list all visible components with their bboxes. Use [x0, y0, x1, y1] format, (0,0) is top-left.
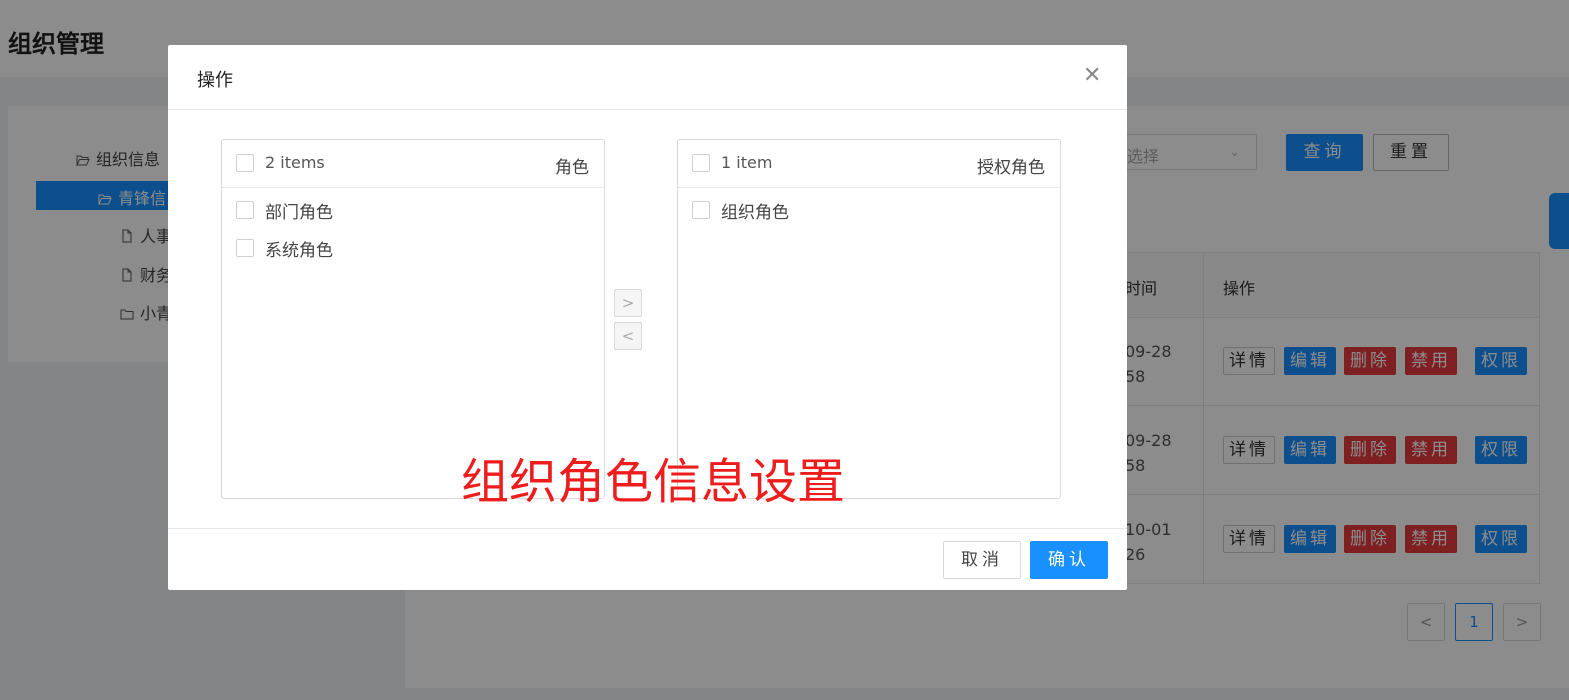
list-item[interactable]: 部门角色: [222, 189, 604, 227]
item-count: 1 item: [721, 153, 773, 172]
item-checkbox[interactable]: [236, 201, 254, 219]
move-left-button[interactable]: <: [614, 322, 642, 350]
confirm-button[interactable]: 确认: [1030, 541, 1108, 579]
cancel-button[interactable]: 取消: [943, 541, 1021, 579]
item-label: 系统角色: [265, 241, 333, 261]
transfer-target-list: 1 item 授权角色 组织角色: [677, 139, 1061, 499]
transfer-target-title: 授权角色: [977, 158, 1045, 178]
annotation-caption: 组织角色信息设置: [461, 454, 846, 510]
modal-title: 操作: [197, 70, 233, 91]
modal-header: 操作 ✕: [168, 45, 1127, 110]
close-icon[interactable]: ✕: [1083, 65, 1101, 87]
transfer-target-header: 1 item 授权角色: [678, 140, 1060, 188]
transfer-source-list: 2 items 角色 部门角色 系统角色: [221, 139, 605, 499]
transfer-source-title: 角色: [555, 158, 589, 178]
select-all-checkbox[interactable]: [692, 154, 710, 172]
item-checkbox[interactable]: [236, 239, 254, 257]
list-item[interactable]: 组织角色: [678, 189, 1060, 227]
item-label: 组织角色: [721, 203, 789, 223]
item-count: 2 items: [265, 153, 325, 172]
item-label: 部门角色: [265, 203, 333, 223]
select-all-checkbox[interactable]: [236, 154, 254, 172]
transfer-source-header: 2 items 角色: [222, 140, 604, 188]
item-checkbox[interactable]: [692, 201, 710, 219]
list-item[interactable]: 系统角色: [222, 227, 604, 265]
modal-footer: 取消 确认: [168, 528, 1127, 591]
move-right-button[interactable]: >: [614, 289, 642, 317]
